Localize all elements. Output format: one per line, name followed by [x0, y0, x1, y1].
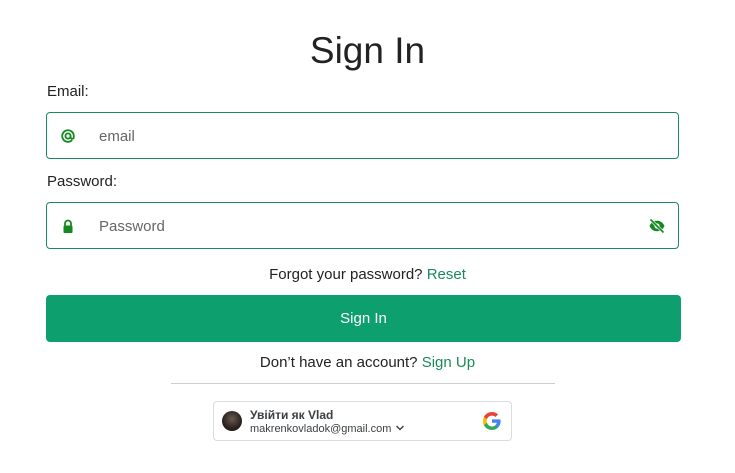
- sign-in-button[interactable]: Sign In: [46, 295, 681, 342]
- email-label: Email:: [47, 83, 89, 100]
- google-account-email: makrenkovladok@gmail.com: [250, 423, 392, 435]
- at-icon: [60, 127, 76, 145]
- divider: [171, 383, 555, 384]
- forgot-password-text: Forgot your password?: [269, 266, 423, 283]
- google-account-name: Увійти як Vlad: [250, 408, 334, 422]
- password-label: Password:: [47, 173, 118, 190]
- google-account-email-row: makrenkovladok@gmail.com: [250, 423, 405, 435]
- email-field[interactable]: [46, 112, 679, 160]
- password-field[interactable]: [46, 202, 679, 250]
- signup-row: Don’t have an account? Sign Up: [0, 354, 735, 371]
- avatar: [222, 411, 242, 431]
- password-input[interactable]: [97, 203, 641, 250]
- eye-off-icon[interactable]: [648, 217, 666, 235]
- forgot-password-row: Forgot your password? Reset: [0, 266, 735, 283]
- page-title: Sign In: [309, 30, 426, 71]
- google-logo-icon: [483, 412, 501, 430]
- reset-link[interactable]: Reset: [427, 266, 466, 283]
- google-signin-button[interactable]: Увійти як Vlad makrenkovladok@gmail.com: [213, 401, 512, 441]
- chevron-down-icon[interactable]: [395, 423, 405, 435]
- email-input[interactable]: [97, 113, 641, 160]
- sign-up-link[interactable]: Sign Up: [422, 354, 475, 371]
- lock-icon: [60, 217, 76, 235]
- no-account-text: Don’t have an account?: [259, 354, 418, 371]
